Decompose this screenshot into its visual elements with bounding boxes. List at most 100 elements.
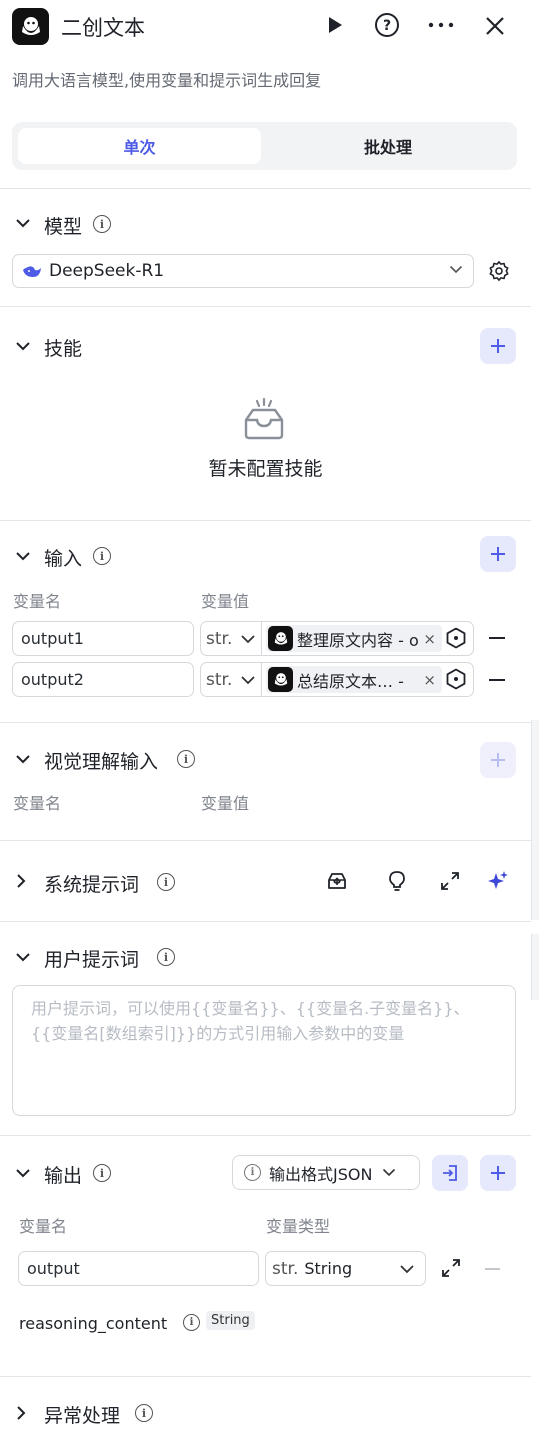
lightbulb-icon[interactable] bbox=[385, 869, 409, 893]
skills-collapse-icon[interactable] bbox=[14, 337, 32, 355]
ref-chip-label: 总结原文本… - bbox=[297, 671, 404, 691]
chevron-down-icon bbox=[400, 1265, 414, 1274]
remove-ref-icon[interactable]: × bbox=[423, 671, 436, 689]
more-icon[interactable] bbox=[427, 12, 455, 38]
tab-single[interactable]: 单次 bbox=[18, 128, 261, 164]
add-vision-input-button[interactable] bbox=[480, 742, 516, 778]
vision-collapse-icon[interactable] bbox=[14, 750, 32, 768]
background-panel-edge bbox=[531, 934, 539, 1000]
model-selected-label: DeepSeek-R1 bbox=[49, 261, 165, 281]
divider bbox=[0, 188, 531, 189]
divider bbox=[0, 1135, 531, 1136]
variable-picker-icon[interactable] bbox=[445, 627, 467, 649]
deepseek-whale-icon bbox=[23, 266, 41, 277]
ref-chip-1[interactable]: 整理原文内容 - o × bbox=[266, 625, 442, 652]
model-settings-icon[interactable] bbox=[487, 259, 511, 283]
close-icon[interactable] bbox=[482, 13, 508, 39]
type-label: String bbox=[304, 1259, 353, 1278]
node-title: 二创文本 bbox=[61, 16, 145, 40]
remove-input-button[interactable] bbox=[489, 679, 505, 681]
output-collapse-icon[interactable] bbox=[14, 1164, 32, 1182]
divider bbox=[0, 722, 531, 723]
chevron-down-icon bbox=[241, 675, 255, 684]
model-section-title: 模型 bbox=[44, 216, 83, 238]
app-logo bbox=[12, 8, 49, 45]
user-prompt-textarea[interactable]: 用户提示词，可以使用{{变量名}}、{{变量名.子变量名}}、{{变量名[数组索… bbox=[12, 985, 516, 1116]
system-prompt-section-title: 系统提示词 bbox=[44, 874, 140, 896]
node-description: 调用大语言模型,使用变量和提示词生成回复 bbox=[12, 71, 322, 90]
model-collapse-icon[interactable] bbox=[14, 214, 32, 232]
ghost-logo-icon bbox=[268, 626, 293, 651]
vision-col-value: 变量值 bbox=[201, 794, 250, 813]
ref-chip-2[interactable]: 总结原文本… - × bbox=[266, 666, 442, 693]
system-prompt-expand-icon[interactable] bbox=[14, 872, 28, 890]
info-icon[interactable]: i bbox=[177, 750, 195, 768]
info-icon[interactable]: i bbox=[93, 1164, 111, 1182]
inputs-collapse-icon[interactable] bbox=[14, 547, 32, 565]
info-icon[interactable]: i bbox=[93, 547, 111, 565]
plus-icon bbox=[491, 1166, 505, 1180]
run-icon[interactable] bbox=[322, 12, 348, 38]
skills-section-title: 技能 bbox=[44, 338, 83, 360]
exception-expand-icon[interactable] bbox=[14, 1404, 28, 1422]
reasoning-content-label: reasoning_content bbox=[19, 1314, 168, 1333]
type-label: str. bbox=[206, 628, 233, 649]
user-prompt-placeholder: 用户提示词，可以使用{{变量名}}、{{变量名.子变量名}}、{{变量名[数组索… bbox=[31, 999, 470, 1043]
tab-single-label: 单次 bbox=[123, 138, 156, 157]
input-var-name-2[interactable]: output2 bbox=[12, 662, 194, 697]
add-input-button[interactable] bbox=[480, 536, 516, 572]
output-col-name: 变量名 bbox=[19, 1217, 68, 1236]
output-format-label: 输出格式JSON bbox=[269, 1164, 373, 1184]
import-icon bbox=[443, 1165, 457, 1181]
output-var-name-value: output bbox=[27, 1259, 80, 1278]
chevron-down-icon bbox=[383, 1168, 396, 1177]
expand-icon[interactable] bbox=[438, 869, 462, 893]
help-icon[interactable]: ? bbox=[374, 12, 400, 38]
output-col-type: 变量类型 bbox=[266, 1217, 331, 1236]
chevron-down-icon bbox=[449, 265, 463, 274]
info-icon[interactable]: i bbox=[183, 1314, 200, 1331]
input-value-divider bbox=[261, 622, 262, 655]
input-var-name-2-value: output2 bbox=[21, 670, 84, 689]
vision-col-name: 变量名 bbox=[13, 794, 62, 813]
skills-empty-text: 暂未配置技能 bbox=[208, 458, 323, 480]
plus-icon bbox=[491, 753, 505, 767]
remove-output-button[interactable] bbox=[485, 1268, 500, 1270]
info-icon[interactable]: i bbox=[157, 948, 175, 966]
empty-inbox-icon bbox=[241, 398, 287, 440]
info-icon[interactable]: i bbox=[93, 215, 111, 233]
output-section-title: 输出 bbox=[44, 1165, 83, 1187]
add-output-button[interactable] bbox=[480, 1155, 516, 1191]
divider bbox=[0, 840, 531, 841]
output-var-name[interactable]: output bbox=[18, 1251, 259, 1286]
input-value-divider bbox=[261, 663, 262, 696]
import-output-button[interactable] bbox=[432, 1155, 468, 1191]
variable-picker-icon[interactable] bbox=[445, 668, 467, 690]
background-panel-edge bbox=[531, 720, 539, 920]
type-prefix: str. bbox=[272, 1258, 299, 1279]
prompt-library-icon[interactable] bbox=[325, 869, 349, 893]
tab-batch-label: 批处理 bbox=[363, 138, 412, 157]
ref-chip-label: 整理原文内容 - o bbox=[297, 630, 419, 650]
remove-ref-icon[interactable]: × bbox=[423, 630, 436, 648]
divider bbox=[0, 306, 531, 307]
ghost-logo-icon bbox=[268, 667, 293, 692]
output-format-select[interactable]: i 输出格式JSON bbox=[232, 1155, 420, 1190]
output-type-select[interactable]: str. String bbox=[265, 1251, 426, 1286]
divider bbox=[0, 1376, 531, 1377]
inputs-col-name: 变量名 bbox=[13, 592, 62, 611]
ai-sparkle-icon[interactable] bbox=[486, 869, 510, 893]
divider bbox=[0, 921, 531, 922]
user-prompt-collapse-icon[interactable] bbox=[14, 948, 32, 966]
info-icon[interactable]: i bbox=[157, 873, 175, 891]
info-icon[interactable]: i bbox=[135, 1404, 153, 1422]
vision-section-title: 视觉理解输入 bbox=[44, 751, 159, 773]
remove-input-button[interactable] bbox=[489, 637, 505, 639]
input-var-name-1[interactable]: output1 bbox=[12, 621, 194, 656]
svg-text:?: ? bbox=[383, 18, 391, 34]
add-skill-button[interactable] bbox=[480, 328, 516, 364]
tab-batch[interactable]: 批处理 bbox=[264, 128, 512, 164]
ghost-logo-icon bbox=[21, 16, 40, 35]
model-select[interactable]: DeepSeek-R1 bbox=[12, 254, 474, 288]
expand-icon[interactable] bbox=[440, 1257, 462, 1279]
